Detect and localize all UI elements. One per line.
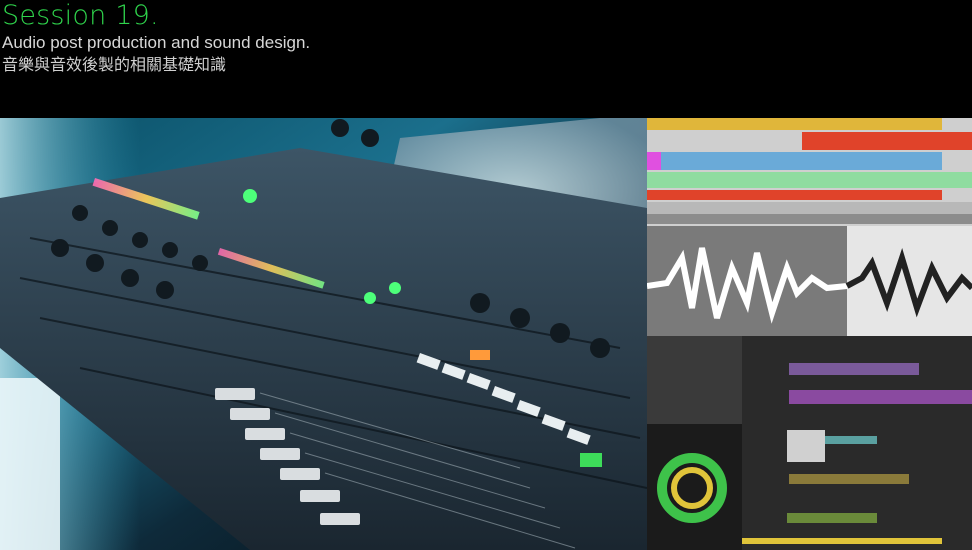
daw-screenshots [647,118,972,550]
session-subtitle: Audio post production and sound design. [2,33,311,52]
session-title: Session 19. [2,0,159,31]
header: Session 19. Audio post production and so… [0,0,972,118]
mixing-console-photo [0,118,647,550]
session-subtitle-chinese: 音樂與音效後製的相關基礎知識 [2,57,227,74]
